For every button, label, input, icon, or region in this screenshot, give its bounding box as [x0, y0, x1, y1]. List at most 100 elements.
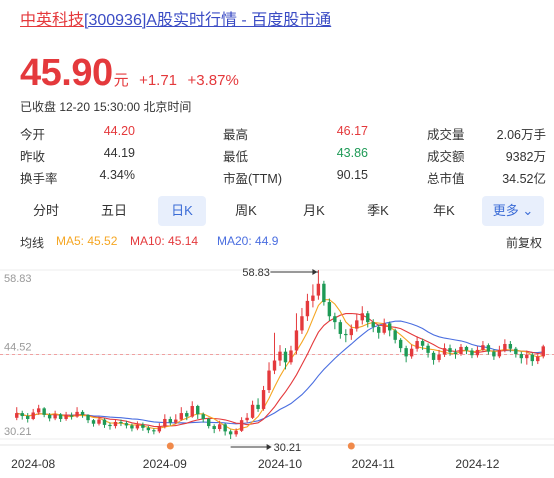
candle-body [26, 416, 30, 419]
candle-body [69, 415, 74, 417]
candle-body [223, 424, 227, 432]
ma10-value: MA10: 45.14 [130, 234, 199, 248]
x-tick-label: 2024-12 [455, 457, 499, 471]
current-price: 45.90 [20, 52, 113, 94]
candle-body [91, 420, 96, 424]
stat-value: 2.06万手 [496, 128, 546, 142]
candle-body [497, 349, 502, 357]
stock-name: 中英科技 [20, 12, 85, 29]
candle-body [442, 348, 447, 355]
candle-body [168, 418, 173, 423]
candle-body [360, 313, 364, 321]
price-unit: 元 [113, 72, 129, 89]
candle-body [256, 404, 260, 409]
candle-body [64, 415, 68, 419]
candle-body [486, 345, 491, 352]
stat-market-cap: 总市值 34.52亿 [427, 168, 546, 187]
stat-open: 今开 44.20 [20, 124, 135, 142]
candle-body [514, 348, 518, 355]
more-label: 更多 [492, 203, 519, 218]
stat-value: 90.15 [336, 168, 368, 182]
ma-label: 均线 [20, 236, 45, 250]
tab-yearly-k[interactable]: 年K [422, 196, 466, 226]
candle-body [201, 414, 205, 419]
x-tick-label: 2024-08 [11, 457, 55, 471]
candle-body [387, 323, 392, 331]
candle-body [541, 346, 545, 357]
tab-monthly-k[interactable]: 月K [292, 196, 336, 226]
candle-body [448, 348, 452, 353]
tab-quarterly-k[interactable]: 季K [356, 196, 400, 226]
candle-body [404, 348, 408, 357]
candle-body [530, 354, 534, 362]
candle-body [267, 370, 271, 391]
stat-value: 9382万 [505, 150, 546, 164]
tab-daily-k[interactable]: 日K [158, 196, 206, 226]
stat-value: 44.20 [103, 124, 135, 138]
candle-body [525, 354, 529, 359]
ma20-value: MA20: 44.9 [217, 234, 279, 248]
candle-body [322, 283, 326, 303]
tab-weekly-k[interactable]: 周K [224, 196, 268, 226]
candle-body [481, 345, 485, 350]
candle-body [196, 405, 200, 415]
candle-body [20, 413, 24, 417]
stat-value: 44.19 [103, 146, 135, 160]
kline-svg[interactable]: 58.83 44.52 30.21 58.83 30.21 2024-08 2024-09 2… [0, 256, 554, 478]
candle-body [333, 316, 337, 323]
candle-body [371, 322, 375, 327]
candle-body [508, 343, 513, 349]
candle-body [102, 419, 107, 425]
stat-turnover-amount: 成交额 9382万 [427, 146, 546, 165]
candle-body [31, 412, 35, 419]
x-tick-label: 2024-10 [258, 457, 302, 471]
ma-legend: 均线 MA5: 45.52 MA10: 45.14 MA20: 44.9 前复权 [20, 234, 546, 252]
ma20-line [16, 320, 544, 425]
candle-body [459, 346, 463, 355]
candle-body [475, 349, 480, 356]
candle-body [119, 421, 123, 424]
candle-body [289, 350, 293, 363]
candle-body [327, 302, 332, 317]
candle-body [212, 426, 216, 430]
candle-body [355, 320, 359, 329]
event-marker-dot [347, 442, 355, 450]
candle-body [338, 322, 343, 334]
price-change: +1.71 [139, 72, 178, 89]
candle-body [245, 417, 249, 421]
candle-body [80, 411, 85, 415]
candle-body [185, 413, 189, 417]
stat-pe-ttm: 市盈(TTM) 90.15 [223, 168, 368, 186]
candle-body [207, 418, 211, 427]
candle-body [190, 405, 194, 417]
page-title[interactable]: 中英科技[300936]A股实时行情 - 百度股市通 [20, 6, 331, 30]
candle-body [108, 424, 112, 427]
kline-chart[interactable]: 58.83 44.52 30.21 58.83 30.21 2024-08 2024-09 2… [0, 256, 554, 478]
candle-body [464, 346, 469, 351]
candle-body [113, 421, 118, 427]
event-marker-dot [166, 442, 174, 450]
candle-body [377, 326, 381, 333]
candle-body [157, 426, 162, 432]
candle-body [152, 430, 156, 432]
candle-body [415, 341, 419, 349]
candle-body [261, 390, 266, 409]
tab-intraday[interactable]: 分时 [24, 196, 68, 226]
candle-body [382, 323, 386, 333]
adjust-mode[interactable]: 前复权 [506, 234, 542, 251]
stat-value: 34.52亿 [502, 172, 546, 186]
candle-body [393, 330, 397, 340]
market-status: 已收盘 12-20 15:30:00 北京时间 [20, 100, 192, 114]
stat-prev-close: 昨收 44.19 [20, 146, 135, 164]
price-block: 45.90元 +1.71 +3.87% [20, 52, 239, 94]
x-tick-label: 2024-09 [143, 457, 187, 471]
stat-low: 最低 43.86 [223, 146, 368, 164]
tab-five-day[interactable]: 五日 [92, 196, 136, 226]
more-dropdown[interactable]: 更多 ⌄ [482, 196, 544, 226]
price-change-percent: +3.87% [187, 72, 239, 89]
candle-body [179, 413, 183, 420]
stat-turnover-rate: 换手率 4.34% [20, 168, 135, 186]
candle-body [124, 423, 129, 426]
chevron-down-icon: ⌄ [522, 203, 534, 218]
candle-body [239, 420, 244, 431]
